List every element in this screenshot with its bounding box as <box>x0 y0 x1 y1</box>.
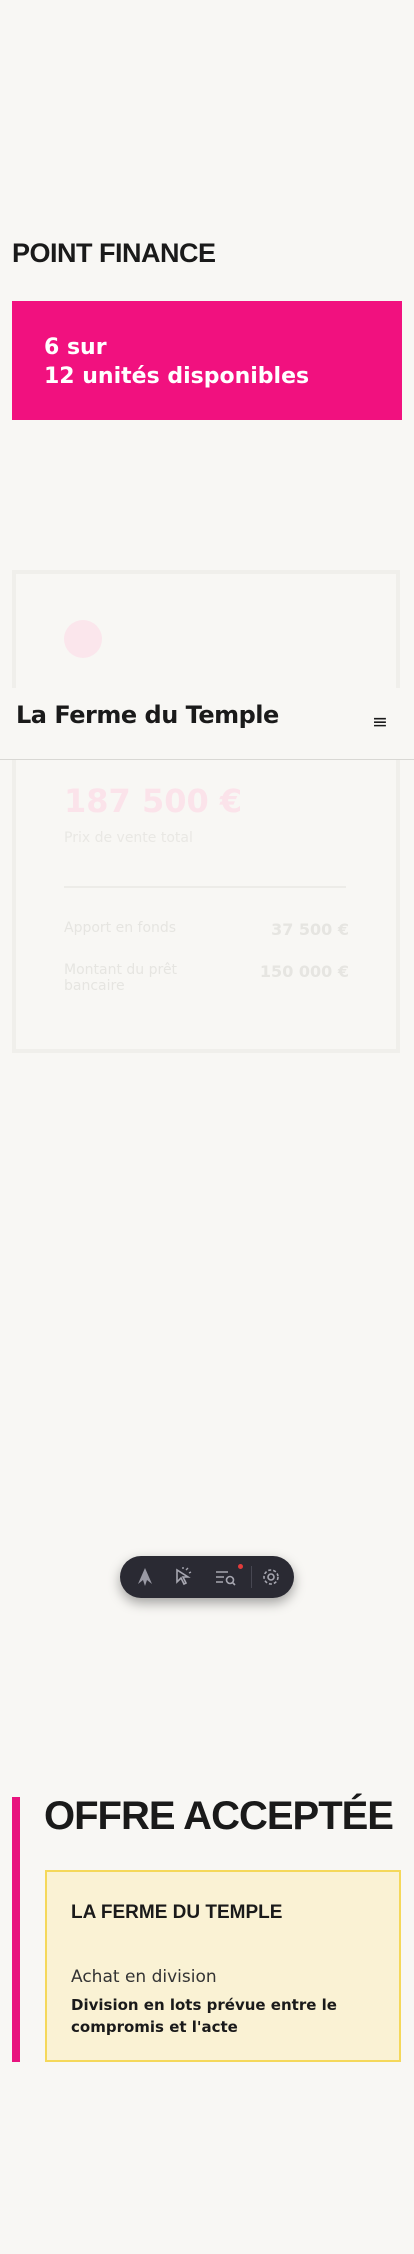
price-row-value: 37 500 € <box>271 920 349 939</box>
price-divider <box>64 886 346 888</box>
price-row-label: Montant du prêt bancaire <box>64 962 178 994</box>
inspect-cursor-icon[interactable] <box>172 1567 194 1587</box>
settings-gear-icon[interactable] <box>260 1567 282 1587</box>
price-subtitle: Prix de vente total <box>64 830 193 846</box>
section-title-finance: POINT FINANCE <box>12 238 216 268</box>
offer-description: Division en lots prévue entre le comprom… <box>71 1996 337 2036</box>
availability-banner: 6 sur 12 unités disponibles <box>12 301 402 420</box>
price-row-value: 150 000 € <box>259 962 349 981</box>
price-row: Montant du prêt bancaire 150 000 € <box>64 962 349 994</box>
availability-units: 12 unités disponibles <box>44 364 310 389</box>
price-total: 187 500 € <box>64 782 243 820</box>
toolbar-separator <box>251 1566 252 1588</box>
site-header: La Ferme du Temple ≡ <box>0 688 414 760</box>
offer-property-name: LA FERME DU TEMPLE <box>71 1902 283 1923</box>
astro-logo-icon[interactable] <box>134 1567 156 1587</box>
notification-dot <box>238 1564 243 1569</box>
dev-toolbar <box>120 1556 294 1598</box>
offer-type-label: Achat en division <box>71 1967 217 1987</box>
availability-count: 6 sur <box>44 335 107 360</box>
hamburger-menu-icon[interactable]: ≡ <box>368 712 392 732</box>
offer-title: OFFRE ACCEPTÉE <box>44 1794 394 1838</box>
offer-accent-bar <box>12 1797 20 2062</box>
audit-list-icon[interactable] <box>214 1567 236 1587</box>
offer-card: LA FERME DU TEMPLE Achat en division Div… <box>45 1870 401 2062</box>
price-row-label: Apport en fonds <box>64 920 177 936</box>
price-row: Apport en fonds 37 500 € <box>64 920 349 939</box>
price-card-icon <box>64 620 102 658</box>
site-title[interactable]: La Ferme du Temple <box>16 701 279 729</box>
